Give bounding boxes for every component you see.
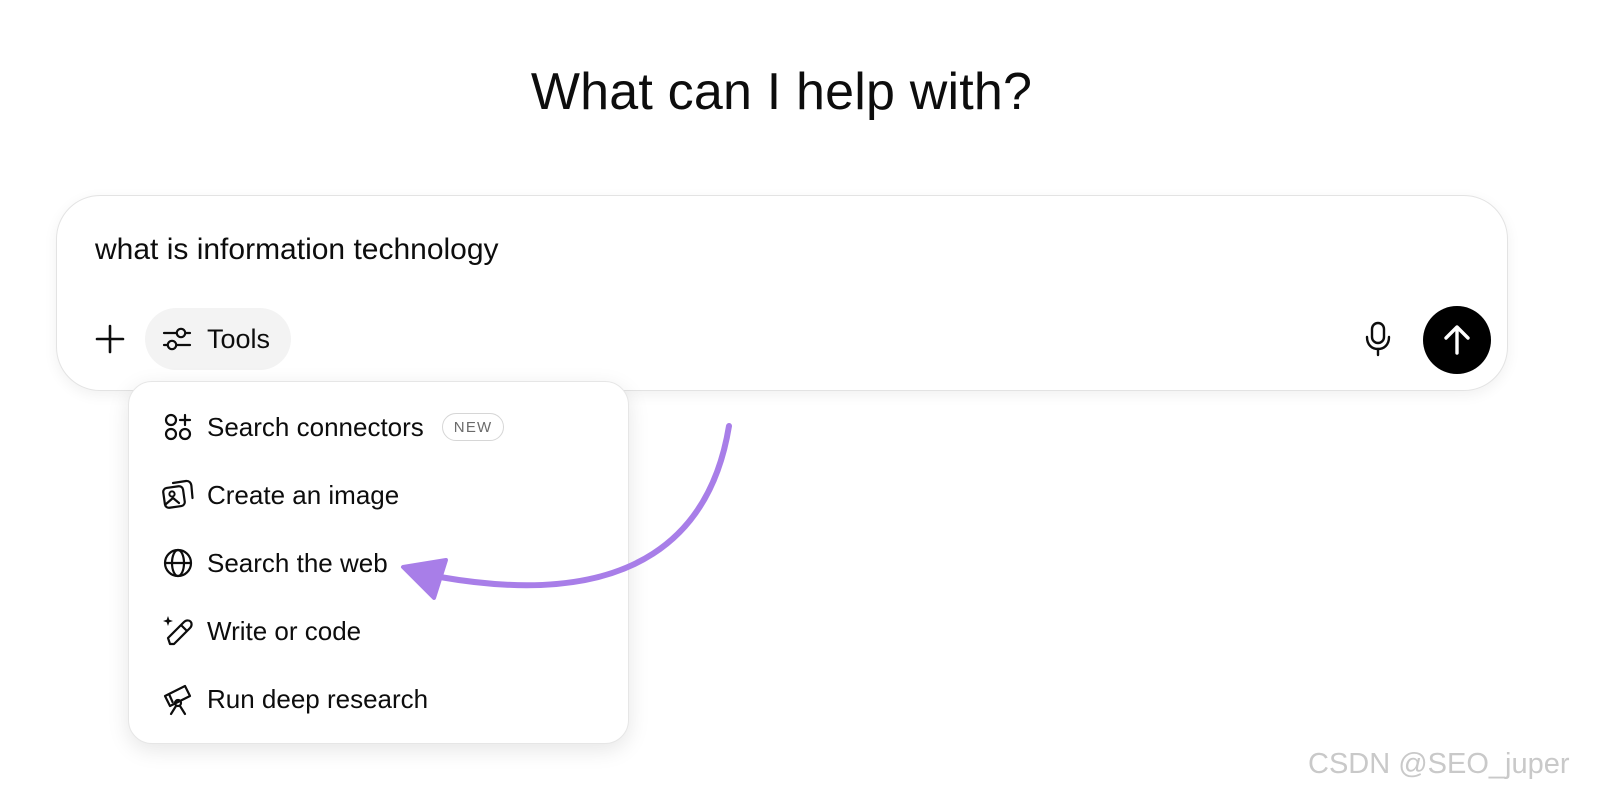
menu-item-label: Run deep research xyxy=(207,683,429,714)
add-attachment-button[interactable] xyxy=(87,316,133,362)
menu-item-deep-research[interactable]: Run deep research xyxy=(129,669,628,729)
tools-button[interactable]: Tools xyxy=(145,308,291,370)
new-badge: NEW xyxy=(441,413,505,441)
plus-icon xyxy=(95,324,125,354)
page-title: What can I help with? xyxy=(530,63,1033,121)
menu-item-search-connectors[interactable]: Search connectors NEW xyxy=(129,397,628,457)
telescope-icon xyxy=(161,682,195,716)
image-icon xyxy=(161,478,195,512)
watermark: CSDN @SEO_juper xyxy=(1308,748,1570,780)
menu-item-write-code[interactable]: Write or code xyxy=(129,601,628,661)
page: What can I help with? what is informatio… xyxy=(0,0,1600,809)
menu-item-label: Create an image xyxy=(207,479,400,510)
menu-item-label: Write or code xyxy=(207,615,362,646)
connectors-icon xyxy=(161,410,195,444)
tools-label: Tools xyxy=(207,323,271,354)
prompt-input[interactable]: what is information technology xyxy=(95,233,499,267)
voice-input-button[interactable] xyxy=(1357,316,1399,362)
menu-item-create-image[interactable]: Create an image xyxy=(129,465,628,525)
microphone-icon xyxy=(1365,321,1391,357)
menu-item-search-web[interactable]: Search the web xyxy=(129,533,628,593)
menu-item-label: Search the web xyxy=(207,547,388,578)
globe-icon xyxy=(161,546,195,580)
tools-menu: Search connectors NEW Create an image Se… xyxy=(128,381,629,744)
arrow-up-icon xyxy=(1444,325,1470,355)
prompt-composer: what is information technology Tools xyxy=(56,195,1508,391)
send-button[interactable] xyxy=(1423,306,1491,374)
sliders-icon xyxy=(162,327,192,351)
pencil-sparkle-icon xyxy=(161,614,195,648)
menu-item-label: Search connectors xyxy=(207,411,424,442)
